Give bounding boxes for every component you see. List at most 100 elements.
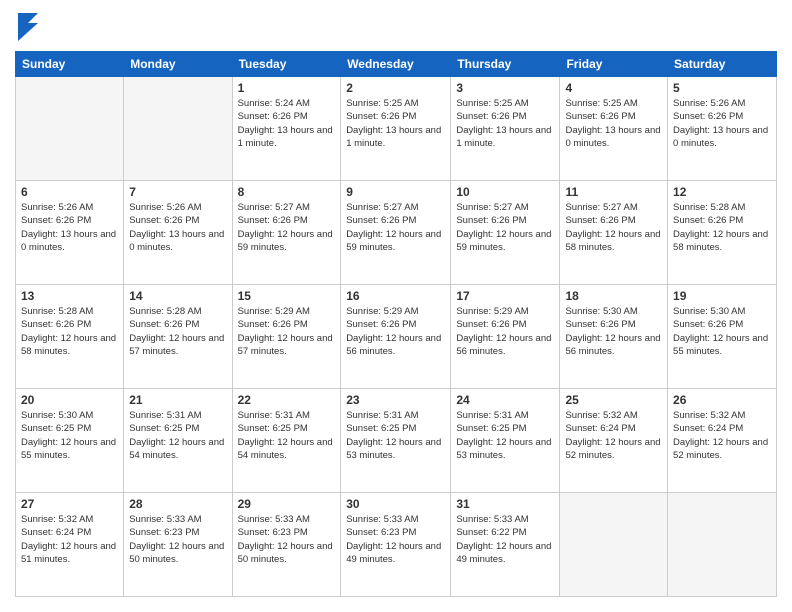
calendar-week-0: 1 Sunrise: 5:24 AM Sunset: 6:26 PM Daylig… [16, 77, 777, 181]
calendar-cell [560, 493, 668, 597]
cell-content: Sunrise: 5:27 AM Sunset: 6:26 PM Dayligh… [346, 201, 445, 254]
cell-content: Sunrise: 5:32 AM Sunset: 6:24 PM Dayligh… [21, 513, 118, 566]
calendar-cell: 6 Sunrise: 5:26 AM Sunset: 6:26 PM Daylig… [16, 181, 124, 285]
calendar-week-2: 13Sunrise: 5:28 AM Sunset: 6:26 PM Dayli… [16, 285, 777, 389]
day-number: 1 [238, 81, 336, 95]
calendar-cell: 10 Sunrise: 5:27 AM Sunset: 6:26 PM Dayli… [451, 181, 560, 285]
day-number: 2 [346, 81, 445, 95]
day-number: 20 [21, 393, 118, 407]
day-number: 25 [565, 393, 662, 407]
calendar-cell: 18Sunrise: 5:30 AM Sunset: 6:26 PM Dayli… [560, 285, 668, 389]
calendar-cell: 22 Sunrise: 5:31 AM Sunset: 6:25 PM Dayli… [232, 389, 341, 493]
cell-content: Sunrise: 5:25 AM Sunset: 6:26 PM Dayligh… [565, 97, 662, 150]
day-number: 14 [129, 289, 226, 303]
calendar-week-3: 20 Sunrise: 5:30 AM Sunset: 6:25 PM Dayli… [16, 389, 777, 493]
day-number: 29 [238, 497, 336, 511]
cell-content: Sunrise: 5:27 AM Sunset: 6:26 PM Dayligh… [565, 201, 662, 254]
calendar-cell: 29 Sunrise: 5:33 AM Sunset: 6:23 PM Dayli… [232, 493, 341, 597]
cell-content: Sunrise: 5:25 AM Sunset: 6:26 PM Dayligh… [456, 97, 554, 150]
calendar-cell: 28Sunrise: 5:33 AM Sunset: 6:23 PM Dayli… [124, 493, 232, 597]
day-number: 11 [565, 185, 662, 199]
calendar-header-thursday: Thursday [451, 52, 560, 77]
day-number: 21 [129, 393, 226, 407]
calendar-header-monday: Monday [124, 52, 232, 77]
page: SundayMondayTuesdayWednesdayThursdayFrid… [0, 0, 792, 612]
calendar-cell: 24 Sunrise: 5:31 AM Sunset: 6:25 PM Dayli… [451, 389, 560, 493]
calendar-cell: 16 Sunrise: 5:29 AM Sunset: 6:26 PM Dayli… [341, 285, 451, 389]
calendar-cell: 14 Sunrise: 5:28 AM Sunset: 6:26 PM Dayli… [124, 285, 232, 389]
calendar-cell: 20 Sunrise: 5:30 AM Sunset: 6:25 PM Dayli… [16, 389, 124, 493]
cell-content: Sunrise: 5:32 AM Sunset: 6:24 PM Dayligh… [673, 409, 771, 462]
cell-content: Sunrise: 5:31 AM Sunset: 6:25 PM Dayligh… [346, 409, 445, 462]
day-number: 8 [238, 185, 336, 199]
day-number: 22 [238, 393, 336, 407]
day-number: 6 [21, 185, 118, 199]
day-number: 27 [21, 497, 118, 511]
calendar-cell: 9 Sunrise: 5:27 AM Sunset: 6:26 PM Daylig… [341, 181, 451, 285]
calendar-cell: 3 Sunrise: 5:25 AM Sunset: 6:26 PM Daylig… [451, 77, 560, 181]
day-number: 12 [673, 185, 771, 199]
cell-content: Sunrise: 5:29 AM Sunset: 6:26 PM Dayligh… [346, 305, 445, 358]
calendar-header-wednesday: Wednesday [341, 52, 451, 77]
cell-content: Sunrise: 5:27 AM Sunset: 6:26 PM Dayligh… [238, 201, 336, 254]
day-number: 23 [346, 393, 445, 407]
calendar-cell: 12Sunrise: 5:28 AM Sunset: 6:26 PM Dayli… [668, 181, 777, 285]
cell-content: Sunrise: 5:33 AM Sunset: 6:23 PM Dayligh… [238, 513, 336, 566]
calendar-cell: 30Sunrise: 5:33 AM Sunset: 6:23 PM Dayli… [341, 493, 451, 597]
cell-content: Sunrise: 5:29 AM Sunset: 6:26 PM Dayligh… [238, 305, 336, 358]
calendar-cell: 5 Sunrise: 5:26 AM Sunset: 6:26 PM Daylig… [668, 77, 777, 181]
cell-content: Sunrise: 5:26 AM Sunset: 6:26 PM Dayligh… [673, 97, 771, 150]
day-number: 9 [346, 185, 445, 199]
calendar-cell: 7 Sunrise: 5:26 AM Sunset: 6:26 PM Daylig… [124, 181, 232, 285]
cell-content: Sunrise: 5:29 AM Sunset: 6:26 PM Dayligh… [456, 305, 554, 358]
cell-content: Sunrise: 5:33 AM Sunset: 6:22 PM Dayligh… [456, 513, 554, 566]
day-number: 3 [456, 81, 554, 95]
calendar: SundayMondayTuesdayWednesdayThursdayFrid… [15, 51, 777, 597]
calendar-cell: 13Sunrise: 5:28 AM Sunset: 6:26 PM Dayli… [16, 285, 124, 389]
calendar-header-saturday: Saturday [668, 52, 777, 77]
day-number: 7 [129, 185, 226, 199]
day-number: 16 [346, 289, 445, 303]
calendar-cell: 26Sunrise: 5:32 AM Sunset: 6:24 PM Dayli… [668, 389, 777, 493]
header [15, 15, 777, 41]
calendar-cell: 1 Sunrise: 5:24 AM Sunset: 6:26 PM Daylig… [232, 77, 341, 181]
cell-content: Sunrise: 5:32 AM Sunset: 6:24 PM Dayligh… [565, 409, 662, 462]
calendar-cell: 21Sunrise: 5:31 AM Sunset: 6:25 PM Dayli… [124, 389, 232, 493]
cell-content: Sunrise: 5:31 AM Sunset: 6:25 PM Dayligh… [238, 409, 336, 462]
cell-content: Sunrise: 5:28 AM Sunset: 6:26 PM Dayligh… [129, 305, 226, 358]
cell-content: Sunrise: 5:27 AM Sunset: 6:26 PM Dayligh… [456, 201, 554, 254]
logo-icon [18, 13, 38, 41]
cell-content: Sunrise: 5:33 AM Sunset: 6:23 PM Dayligh… [129, 513, 226, 566]
day-number: 5 [673, 81, 771, 95]
cell-content: Sunrise: 5:30 AM Sunset: 6:25 PM Dayligh… [21, 409, 118, 462]
calendar-cell: 11 Sunrise: 5:27 AM Sunset: 6:26 PM Dayli… [560, 181, 668, 285]
calendar-cell: 15 Sunrise: 5:29 AM Sunset: 6:26 PM Dayli… [232, 285, 341, 389]
calendar-cell: 4 Sunrise: 5:25 AM Sunset: 6:26 PM Daylig… [560, 77, 668, 181]
cell-content: Sunrise: 5:31 AM Sunset: 6:25 PM Dayligh… [456, 409, 554, 462]
cell-content: Sunrise: 5:24 AM Sunset: 6:26 PM Dayligh… [238, 97, 336, 150]
calendar-cell: 19 Sunrise: 5:30 AM Sunset: 6:26 PM Dayli… [668, 285, 777, 389]
day-number: 10 [456, 185, 554, 199]
cell-content: Sunrise: 5:28 AM Sunset: 6:26 PM Dayligh… [21, 305, 118, 358]
calendar-cell: 8 Sunrise: 5:27 AM Sunset: 6:26 PM Daylig… [232, 181, 341, 285]
day-number: 15 [238, 289, 336, 303]
calendar-week-4: 27 Sunrise: 5:32 AM Sunset: 6:24 PM Dayli… [16, 493, 777, 597]
calendar-header-row: SundayMondayTuesdayWednesdayThursdayFrid… [16, 52, 777, 77]
calendar-header-tuesday: Tuesday [232, 52, 341, 77]
day-number: 24 [456, 393, 554, 407]
day-number: 31 [456, 497, 554, 511]
calendar-cell [124, 77, 232, 181]
calendar-cell: 2Sunrise: 5:25 AM Sunset: 6:26 PM Daylig… [341, 77, 451, 181]
day-number: 19 [673, 289, 771, 303]
calendar-cell: 25 Sunrise: 5:32 AM Sunset: 6:24 PM Dayli… [560, 389, 668, 493]
calendar-cell: 17Sunrise: 5:29 AM Sunset: 6:26 PM Dayli… [451, 285, 560, 389]
calendar-week-1: 6 Sunrise: 5:26 AM Sunset: 6:26 PM Daylig… [16, 181, 777, 285]
logo [15, 15, 38, 41]
cell-content: Sunrise: 5:30 AM Sunset: 6:26 PM Dayligh… [673, 305, 771, 358]
calendar-cell: 31 Sunrise: 5:33 AM Sunset: 6:22 PM Dayli… [451, 493, 560, 597]
cell-content: Sunrise: 5:26 AM Sunset: 6:26 PM Dayligh… [21, 201, 118, 254]
cell-content: Sunrise: 5:26 AM Sunset: 6:26 PM Dayligh… [129, 201, 226, 254]
day-number: 4 [565, 81, 662, 95]
cell-content: Sunrise: 5:33 AM Sunset: 6:23 PM Dayligh… [346, 513, 445, 566]
calendar-cell [16, 77, 124, 181]
